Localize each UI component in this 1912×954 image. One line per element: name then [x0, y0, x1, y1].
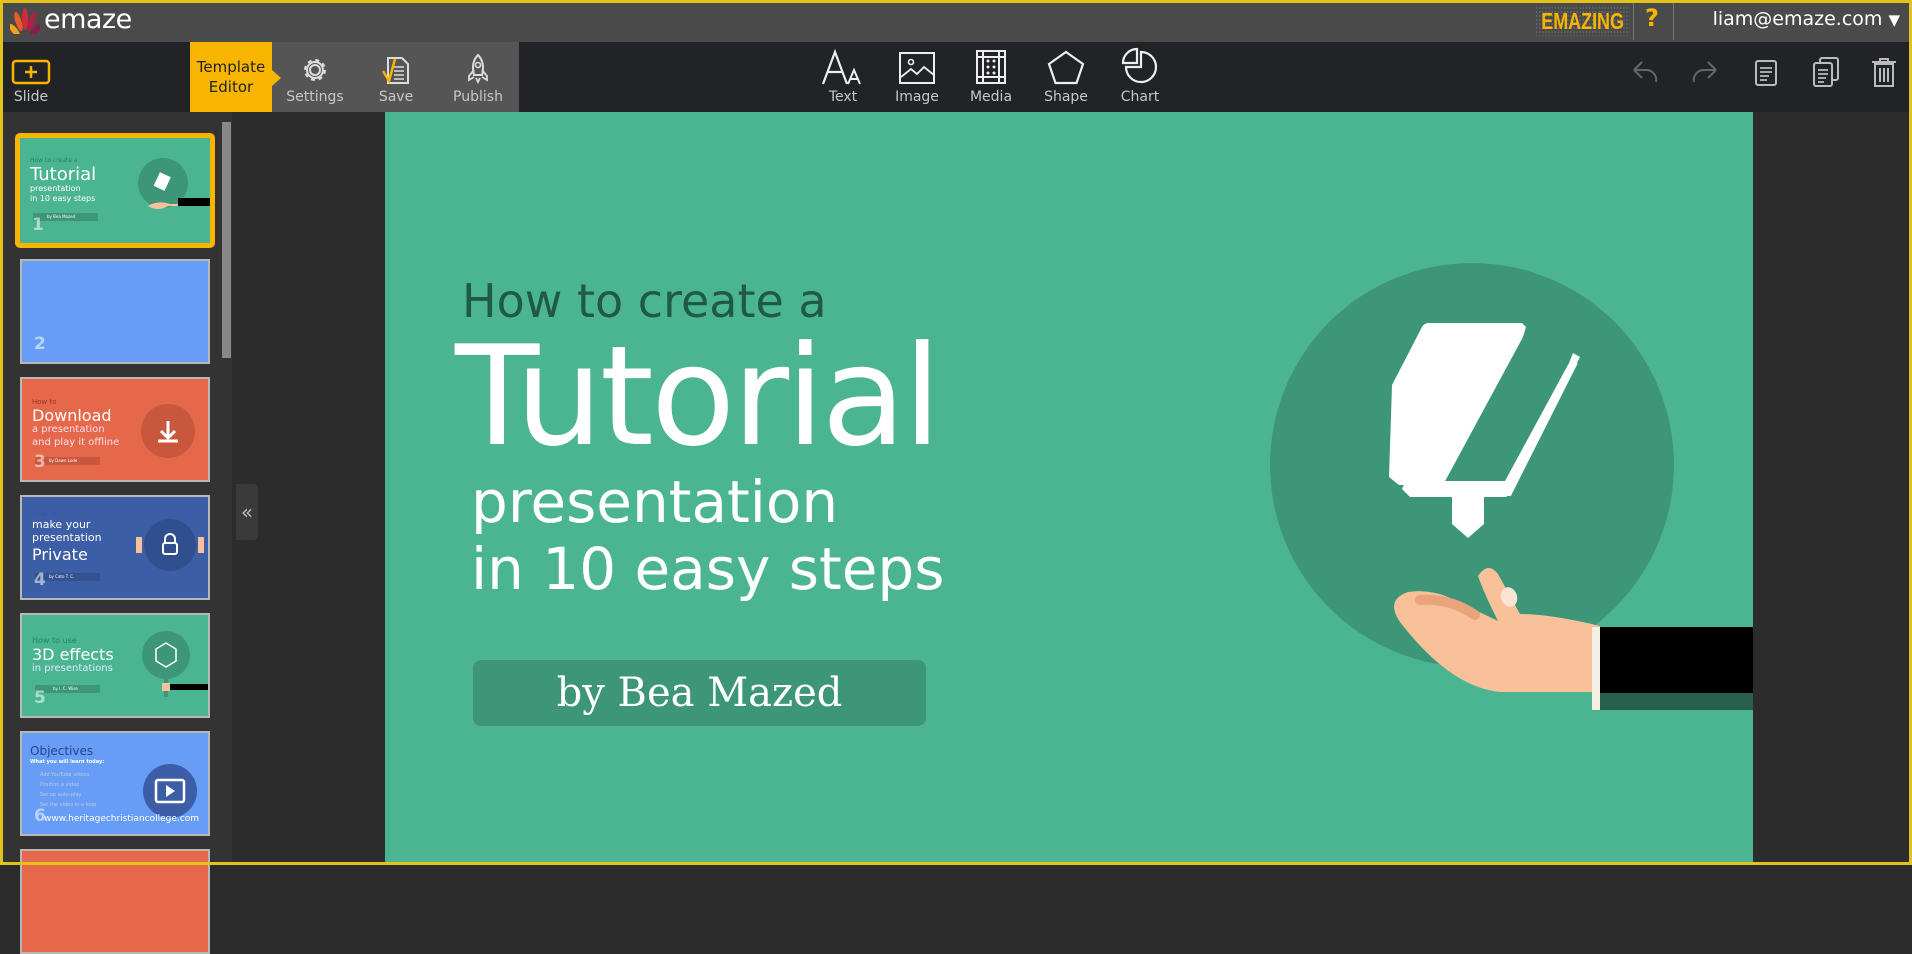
- publish-button[interactable]: Publish: [448, 42, 508, 112]
- settings-label: Settings: [286, 89, 344, 105]
- thumb-text: Set the video in a loop: [40, 802, 97, 808]
- sidebar-scrollbar[interactable]: [222, 122, 231, 358]
- slide-number: 4: [34, 570, 46, 590]
- insert-text-button[interactable]: Text: [818, 42, 868, 112]
- user-menu[interactable]: liam@emaze.com ▼: [1713, 8, 1900, 30]
- slide-thumbnail-1[interactable]: How to create a Tutorial presentation in…: [15, 133, 215, 248]
- text-icon: [821, 49, 861, 85]
- slide-canvas[interactable]: How to create a Tutorial presentation in…: [385, 112, 1753, 865]
- thumb-text: Tutorial: [30, 164, 97, 185]
- chevron-down-icon: ▼: [1888, 11, 1900, 29]
- media-label: Media: [969, 89, 1013, 105]
- thumb-text: 3D effects: [32, 645, 114, 664]
- shape-icon: [1047, 50, 1085, 85]
- settings-button[interactable]: Settings: [282, 42, 348, 112]
- gear-icon: [304, 59, 326, 81]
- thumb-text: and play it offline: [32, 437, 120, 448]
- thumb-text: in presentations: [32, 663, 113, 674]
- thumb-text: a presentation: [32, 424, 105, 435]
- shape-label: Shape: [1044, 89, 1088, 105]
- media-icon: [976, 50, 1006, 84]
- 3d-cube-icon: [142, 631, 208, 697]
- thumb-text: presentation: [30, 184, 81, 193]
- save-button[interactable]: Save: [366, 42, 426, 112]
- redo-icon[interactable]: [1690, 58, 1720, 88]
- insert-chart-button[interactable]: Chart: [1115, 42, 1165, 112]
- slide-thumbnails-panel: How to create a Tutorial presentation in…: [3, 112, 232, 954]
- collapse-sidebar-button[interactable]: «: [236, 484, 258, 540]
- trash-icon[interactable]: [1870, 56, 1898, 88]
- book-hand-illustration: [138, 158, 210, 209]
- image-icon: [899, 52, 935, 84]
- thumb-text: How to: [32, 398, 57, 406]
- thumb-text: Set up auto-play: [40, 792, 82, 798]
- thumb-text: Position a video: [40, 782, 80, 788]
- insert-image-button[interactable]: Image: [892, 42, 942, 112]
- chart-icon: [1121, 47, 1158, 84]
- save-icon: [381, 57, 409, 85]
- chart-label: Chart: [1120, 89, 1160, 105]
- book-hand-illustration[interactable]: [385, 112, 1753, 865]
- text-label: Text: [828, 89, 858, 105]
- slide-number: 3: [34, 452, 46, 472]
- watermark-text: www.heritagechristiancollege.com: [44, 814, 199, 824]
- emaze-logo[interactable]: emaze: [10, 5, 132, 35]
- slide-thumbnail-2[interactable]: 2: [20, 259, 210, 364]
- slide-label: Slide: [13, 89, 49, 105]
- divider: [1633, 2, 1634, 40]
- plus-icon: [11, 59, 51, 85]
- thumb-text: Objectives: [30, 744, 94, 758]
- template-editor-button[interactable]: Template Editor: [190, 42, 281, 112]
- top-bar: emaze EMAZING ? liam@emaze.com ▼: [0, 0, 1912, 42]
- slide-number: 1: [32, 215, 44, 235]
- thumb-text: presentation: [32, 531, 102, 544]
- thumb-text: What you will learn today:: [30, 759, 105, 765]
- thumb-text: in 10 easy steps: [30, 194, 96, 203]
- publish-label: Publish: [453, 89, 503, 105]
- slide-number: 5: [34, 688, 46, 708]
- save-label: Save: [378, 89, 414, 105]
- thumb-text: Add YouTube videos: [40, 772, 90, 778]
- thumb-text: Private: [32, 545, 88, 564]
- lock-icon: [136, 519, 204, 571]
- logo-text: emaze: [44, 4, 132, 35]
- duplicate-icon[interactable]: [1811, 56, 1841, 88]
- user-email: liam@emaze.com: [1712, 8, 1883, 30]
- slide-number: 2: [34, 334, 46, 354]
- insert-media-button[interactable]: Media: [966, 42, 1016, 112]
- insert-shape-button[interactable]: Shape: [1041, 42, 1091, 112]
- slide-thumbnail-4[interactable]: How to make your presentation Private by…: [20, 495, 210, 600]
- notes-icon[interactable]: [1753, 58, 1779, 88]
- thumb-text: make your: [32, 518, 91, 531]
- divider: [1673, 2, 1674, 40]
- slide-thumbnail-5[interactable]: How to use 3D effects in presentations b…: [20, 613, 210, 718]
- thumb-text: How to use: [32, 636, 77, 645]
- thumb-text: How to: [32, 510, 57, 518]
- rocket-icon: [468, 53, 488, 85]
- slide-number: 6: [34, 806, 46, 826]
- download-icon: [141, 404, 195, 458]
- image-label: Image: [895, 89, 939, 105]
- logo-fan-icon: [10, 8, 40, 34]
- thumb-text: Download: [32, 406, 112, 425]
- slide-thumbnail-3[interactable]: How to Download a presentation and play …: [20, 377, 210, 482]
- slide-thumbnail-6[interactable]: Objectives What you will learn today: Ad…: [20, 731, 210, 836]
- undo-icon[interactable]: [1630, 58, 1660, 88]
- help-button[interactable]: ?: [1645, 4, 1659, 32]
- add-slide-button[interactable]: Slide: [8, 42, 54, 112]
- emazing-badge[interactable]: EMAZING: [1535, 6, 1631, 36]
